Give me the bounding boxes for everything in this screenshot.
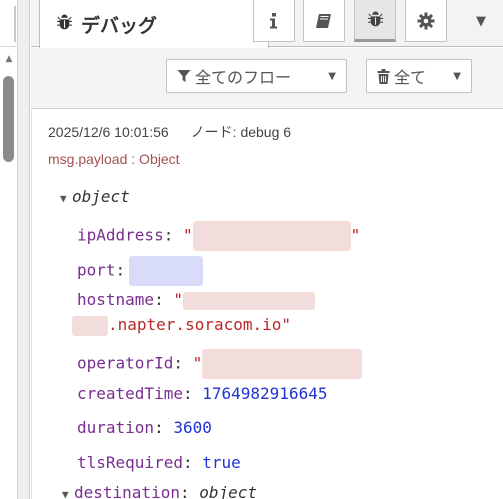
book-icon xyxy=(315,13,333,29)
tree-row-ipaddress[interactable]: ipAddress: " " xyxy=(77,221,360,251)
field-key: createdTime xyxy=(77,384,183,403)
root-type-label: object xyxy=(72,187,130,206)
field-key: ipAddress xyxy=(77,225,164,245)
clear-messages-button[interactable]: 全て ▼ xyxy=(366,59,472,93)
redacted-area xyxy=(182,291,315,310)
info-icon xyxy=(269,12,279,29)
debug-message-list: 2025/12/6 10:01:56 ノード: debug 6 msg.paylo… xyxy=(31,110,503,499)
debug-toolbar: 全てのフロー ▼ 全て ▼ xyxy=(31,48,503,109)
field-value: " xyxy=(173,290,183,309)
sidebar-header: デバッグ ▼ xyxy=(31,0,503,48)
redacted-area xyxy=(129,256,204,286)
field-key: port xyxy=(77,260,116,280)
field-key: duration xyxy=(77,418,155,437)
field-value: true xyxy=(202,453,241,472)
field-value: 1764982916645 xyxy=(202,384,328,403)
scroll-up-arrow-icon[interactable]: ▲ xyxy=(3,54,15,64)
gear-icon xyxy=(417,12,435,30)
config-button[interactable] xyxy=(405,0,447,42)
message-timestamp: 2025/12/6 10:01:56 xyxy=(48,124,169,140)
field-value: " xyxy=(182,225,193,245)
field-value-cont: .napter.soracom.io" xyxy=(108,315,292,334)
tab-debug-label: デバッグ xyxy=(81,14,158,37)
field-key: operatorId xyxy=(77,353,174,373)
tree-row-tlsrequired[interactable]: tlsRequired: true xyxy=(77,453,241,473)
tab-debug[interactable]: デバッグ xyxy=(39,0,269,48)
tree-row-hostname-cont: .napter.soracom.io" xyxy=(72,315,291,336)
message-topic: msg.payload : Object xyxy=(48,151,180,167)
message-node[interactable]: ノード: debug 6 xyxy=(191,124,291,140)
help-button[interactable] xyxy=(303,0,345,42)
left-panel-edge: ▲ xyxy=(0,0,18,499)
tree-root-row[interactable]: ▼ object xyxy=(60,187,130,209)
caret-down-icon: ▼ xyxy=(328,70,336,82)
tree-row-createdtime[interactable]: createdTime: 1764982916645 xyxy=(77,384,327,404)
field-key: hostname xyxy=(77,290,155,309)
panel-edge-divider xyxy=(0,46,18,47)
tree-row-duration[interactable]: duration: 3600 xyxy=(77,418,212,438)
info-button[interactable] xyxy=(253,0,295,42)
filter-icon xyxy=(177,69,191,83)
field-value: " xyxy=(192,353,203,373)
clear-messages-label: 全て xyxy=(394,68,427,87)
tree-row-destination[interactable]: ▼ destination: object xyxy=(62,483,257,499)
sidebar-menu-button[interactable]: ▼ xyxy=(459,0,503,42)
field-key: destination xyxy=(74,483,180,499)
flow-filter-button[interactable]: 全てのフロー ▼ xyxy=(166,59,347,93)
collapse-caret-icon[interactable]: ▼ xyxy=(62,485,74,499)
panel-resize-divider[interactable] xyxy=(18,0,30,499)
caret-down-icon: ▼ xyxy=(453,70,461,82)
field-value: object xyxy=(199,483,258,499)
tree-row-operatorid[interactable]: operatorId: " xyxy=(77,349,363,379)
bug-icon xyxy=(56,14,73,35)
redacted-area xyxy=(202,349,363,379)
tree-row-hostname[interactable]: hostname: " xyxy=(77,290,315,310)
tree-row-port[interactable]: port: xyxy=(77,256,204,286)
flow-filter-label: 全てのフロー xyxy=(195,68,292,87)
debug-button[interactable] xyxy=(354,0,396,42)
message-meta: 2025/12/6 10:01:56 ノード: debug 6 xyxy=(48,122,291,142)
field-key: tlsRequired xyxy=(77,453,183,472)
redacted-area xyxy=(72,315,108,336)
scrollbar-thumb[interactable] xyxy=(3,76,14,162)
field-value: 3600 xyxy=(173,418,212,437)
collapse-caret-icon[interactable]: ▼ xyxy=(60,189,72,209)
trash-icon xyxy=(377,68,390,84)
panel-edge-line xyxy=(14,6,16,42)
bug-icon xyxy=(367,11,384,28)
redacted-area xyxy=(192,221,351,251)
caret-down-icon: ▼ xyxy=(476,13,486,29)
field-value-end: " xyxy=(350,225,361,245)
